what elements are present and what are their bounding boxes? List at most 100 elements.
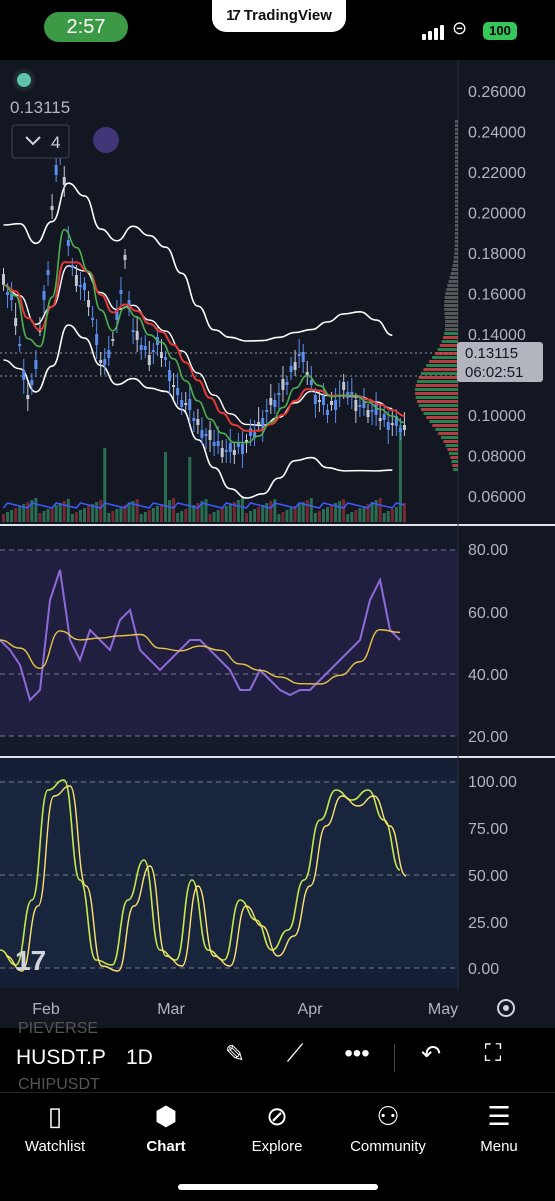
status-dot-icon[interactable] [17, 73, 31, 87]
volume-profile-bar [447, 448, 458, 451]
app-name: TradingView [243, 7, 332, 24]
volume-bar [212, 512, 216, 522]
volume-bar [261, 505, 265, 522]
candle-body [354, 400, 358, 411]
volume-profile-bar [452, 264, 458, 267]
volume-profile-bar [415, 384, 458, 387]
nav-explore[interactable]: ⊘ Explore [222, 1098, 332, 1155]
volume-bar [14, 508, 18, 522]
volume-profile-bar [415, 388, 458, 391]
volume-profile-bar [454, 220, 458, 223]
volume-bar [362, 506, 366, 522]
volume-profile-bar [455, 184, 458, 187]
nav-chart[interactable]: ⬢ Chart [111, 1098, 221, 1155]
rsi-tick: 60.00 [468, 605, 508, 622]
volume-bar [281, 512, 285, 522]
time-axis[interactable]: Feb Mar Apr May [32, 1001, 458, 1018]
volume-profile-bar [453, 256, 458, 259]
rsi-axis[interactable]: 80.00 60.00 40.00 20.00 [468, 542, 508, 746]
compass-icon: ⊘ [266, 1101, 288, 1131]
fullscreen-icon[interactable]: ⛶ [476, 1040, 510, 1068]
volume-profile-bar [450, 456, 458, 459]
volume-bar [127, 503, 131, 522]
candle-body [257, 422, 261, 425]
nav-watchlist[interactable]: ▯ Watchlist [0, 1098, 110, 1155]
candle-body [390, 423, 394, 425]
chart-canvas[interactable]: 0.26000 0.24000 0.22000 0.20000 0.18000 0.160… [0, 60, 555, 1028]
volume-profile-bar [445, 444, 458, 447]
volume-profile-bar [445, 324, 458, 327]
volume-bar [147, 510, 151, 522]
candle-body [22, 370, 26, 380]
candle-body [342, 382, 346, 390]
chart-area[interactable]: 0.26000 0.24000 0.22000 0.20000 0.18000 0.160… [0, 60, 555, 1028]
candle-body [366, 410, 370, 417]
interval-selector[interactable]: 1D [126, 1046, 153, 1070]
trend-tool-icon[interactable]: ⟋ [278, 1040, 312, 1068]
volume-bar [378, 498, 382, 522]
volume-bar [204, 499, 208, 522]
candle-body [236, 443, 240, 447]
volume-bar [78, 510, 82, 522]
volume-profile-bar [455, 140, 458, 143]
candle-body [147, 355, 151, 365]
stoch-tick: 75.00 [468, 821, 508, 838]
volume-bar [188, 457, 192, 522]
volume-profile-bar [454, 248, 458, 251]
candle-body [370, 410, 374, 412]
time-tick: Feb [32, 1001, 60, 1018]
volume-bar [180, 511, 184, 522]
volume-profile-bar [447, 284, 458, 287]
volume-profile-bar [449, 452, 458, 455]
nav-menu[interactable]: ☰ Menu [444, 1098, 554, 1155]
stoch-tick: 25.00 [468, 915, 508, 932]
flag-marker-icon[interactable] [93, 127, 119, 153]
app-indicator[interactable]: 17 TradingView [212, 0, 346, 32]
candle-body [70, 265, 74, 268]
volume-bar [164, 452, 167, 522]
candle-body [382, 414, 386, 420]
candle-body [289, 366, 293, 372]
pen-tool-icon[interactable]: ✎ [218, 1040, 252, 1069]
volume-profile-bar [455, 128, 458, 131]
candle-body [42, 291, 46, 300]
price-tick: 0.16000 [468, 287, 526, 304]
volume-bar [95, 502, 99, 522]
candle-body [99, 360, 103, 363]
candle-body [103, 359, 107, 365]
candle-body [184, 403, 188, 405]
stoch-axis[interactable]: 100.00 75.00 50.00 25.00 0.00 [468, 774, 517, 978]
volume-profile-bar [448, 280, 458, 283]
volume-bar [321, 509, 325, 522]
symbol-name[interactable]: HUSDT.P [16, 1046, 106, 1070]
volume-profile-bar [423, 368, 458, 371]
nav-community[interactable]: ⚇ Community [333, 1098, 443, 1155]
candle-body [176, 388, 180, 395]
volume-profile-bar [454, 208, 458, 211]
volume-bar [386, 511, 390, 522]
volume-bar [269, 501, 273, 522]
volume-profile-bar [455, 136, 458, 139]
candle-body [196, 419, 200, 425]
candle-body [188, 399, 192, 410]
volume-bar [253, 509, 257, 522]
volume-profile-bar [455, 124, 458, 127]
nav-label: Community [350, 1138, 426, 1155]
candle-body [313, 395, 317, 404]
volume-bar [330, 505, 334, 522]
nav-label: Chart [146, 1138, 186, 1155]
more-options-icon[interactable]: ••• [340, 1040, 374, 1068]
volume-bar [390, 509, 394, 522]
volume-profile-bar [454, 252, 458, 255]
volume-bar [103, 448, 107, 522]
candle-body [293, 362, 297, 370]
volume-bar [313, 513, 317, 522]
volume-profile-bar [439, 344, 458, 347]
undo-icon[interactable]: ↶ [414, 1040, 448, 1069]
candle-body [245, 440, 248, 442]
pane-divider[interactable] [0, 524, 555, 526]
volume-bar [34, 498, 38, 522]
candle-body [326, 410, 329, 415]
volume-bar [394, 507, 398, 522]
pane-divider[interactable] [0, 756, 555, 758]
